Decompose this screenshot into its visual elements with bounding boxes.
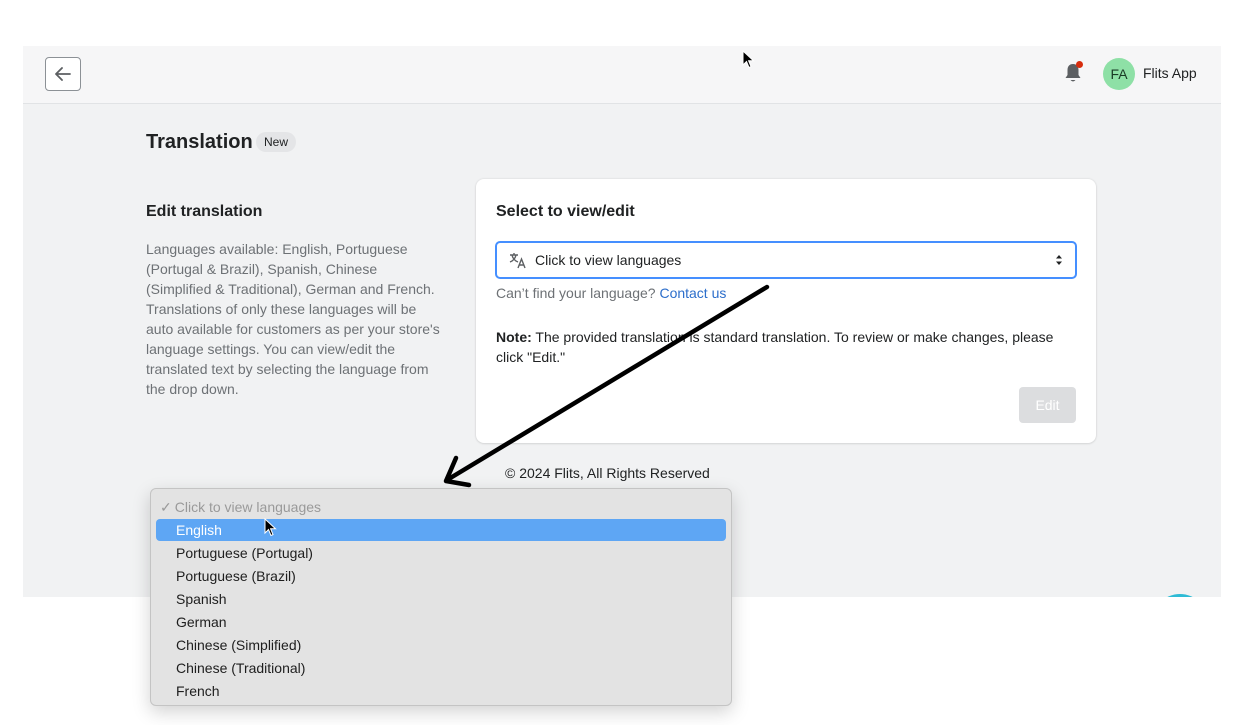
edit-button[interactable]: Edit <box>1019 387 1076 423</box>
dropdown-option-chinese-traditional[interactable]: Chinese (Traditional) <box>156 657 726 679</box>
select-value: Click to view languages <box>535 252 682 268</box>
dropdown-option-spanish[interactable]: Spanish <box>156 588 726 610</box>
chat-launcher-button[interactable] <box>1152 594 1208 597</box>
top-bar: FA Flits App <box>23 46 1221 104</box>
dropdown-option-portuguese-brazil[interactable]: Portuguese (Brazil) <box>156 565 726 587</box>
dropdown-option-english[interactable]: English <box>156 519 726 541</box>
footer-copyright: © 2024 Flits, All Rights Reserved <box>505 465 710 481</box>
dropdown-option-placeholder: ✓ Click to view languages <box>156 496 726 518</box>
back-button[interactable] <box>45 57 81 91</box>
page-title: Translation <box>146 131 253 153</box>
avatar[interactable]: FA <box>1103 58 1135 90</box>
dropdown-option-portuguese-portugal[interactable]: Portuguese (Portugal) <box>156 542 726 564</box>
contact-us-link[interactable]: Contact us <box>659 285 726 301</box>
card-title: Select to view/edit <box>496 203 635 220</box>
language-select[interactable]: Click to view languages <box>495 241 1077 279</box>
dropdown-option-chinese-simplified[interactable]: Chinese (Simplified) <box>156 634 726 656</box>
checkmark-icon: ✓ <box>160 499 172 515</box>
language-select-card: Select to view/edit Click to view langua… <box>476 179 1096 443</box>
translate-icon <box>509 253 526 269</box>
notification-dot <box>1076 61 1083 68</box>
arrow-left-icon <box>55 67 71 81</box>
dropdown-option-label: Click to view languages <box>174 499 322 515</box>
dropdown-option-german[interactable]: German <box>156 611 726 633</box>
note-label: Note: <box>496 329 532 345</box>
dropdown-option-french[interactable]: French <box>156 680 726 702</box>
help-text-label: Can’t find your language? <box>496 285 656 301</box>
section-description: Languages available: English, Portuguese… <box>146 241 440 397</box>
language-dropdown-menu: ✓ Click to view languages English Portugu… <box>150 488 732 706</box>
note-text: Note: The provided translation is standa… <box>496 327 1076 367</box>
store-name[interactable]: Flits App <box>1143 65 1197 81</box>
select-arrows-icon <box>1056 255 1062 265</box>
new-badge: New <box>256 132 297 152</box>
help-text: Can’t find your language? Contact us <box>496 285 726 301</box>
mouse-cursor-icon <box>264 518 277 537</box>
mouse-cursor-icon <box>742 50 755 69</box>
section-title: Edit translation <box>146 203 263 220</box>
note-body: The provided translation is standard tra… <box>496 329 1054 365</box>
